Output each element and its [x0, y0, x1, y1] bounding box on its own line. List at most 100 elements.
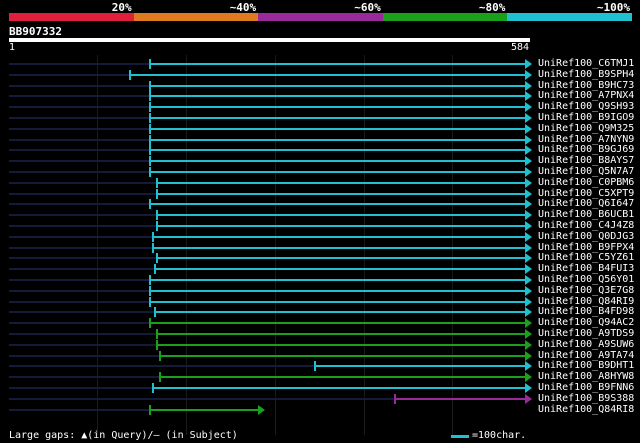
hit-bar[interactable] — [152, 246, 527, 249]
hit-label[interactable]: UniRef100_B9S388 — [538, 393, 634, 404]
hit-label[interactable]: UniRef100_Q0DJG3 — [538, 231, 634, 242]
hit-label[interactable]: UniRef100_Q9SH93 — [538, 101, 634, 112]
hit-label[interactable]: UniRef100_A9TDS9 — [538, 328, 634, 339]
hit-bar[interactable] — [150, 203, 527, 206]
hit-arrow-icon — [525, 123, 532, 134]
hit-label[interactable]: UniRef100_C4J4Z8 — [538, 220, 634, 231]
unaligned-region — [9, 149, 151, 152]
hit-bar[interactable] — [150, 95, 527, 98]
query-end: 584 — [510, 42, 529, 53]
hit-label[interactable]: UniRef100_Q94AC2 — [538, 317, 634, 328]
hit-arrow-icon — [525, 221, 532, 231]
hit-bar[interactable] — [150, 106, 527, 109]
hit-bar[interactable] — [150, 408, 260, 411]
hit-label[interactable]: UniRef100_C6TMJ1 — [538, 58, 634, 69]
hit-label[interactable]: UniRef100_B9FPX4 — [538, 242, 634, 253]
hit-bar[interactable] — [157, 181, 527, 184]
hit-label[interactable]: UniRef100_Q9M325 — [538, 123, 634, 134]
hit-label[interactable]: UniRef100_B9HC73 — [538, 80, 634, 91]
hit-label[interactable]: UniRef100_B8AYS7 — [538, 155, 634, 166]
hit-bar[interactable] — [160, 376, 527, 379]
hit-label[interactable]: UniRef100_C5XPT9 — [538, 188, 634, 199]
query-id: BB907332 — [9, 25, 62, 38]
hit-bar[interactable] — [150, 138, 527, 141]
hit-label[interactable]: UniRef100_Q84RI9 — [538, 296, 634, 307]
hit-label[interactable]: UniRef100_B6UCB1 — [538, 209, 634, 220]
legend-label: ~40% — [229, 1, 257, 14]
hit-label[interactable]: UniRef100_A7PNX4 — [538, 90, 634, 101]
hit-arrow-icon — [525, 383, 532, 393]
hit-bar[interactable] — [129, 73, 527, 76]
hit-bar[interactable] — [154, 311, 527, 314]
hit-bar[interactable] — [150, 289, 527, 292]
unaligned-region — [9, 279, 151, 281]
unaligned-region — [9, 181, 158, 184]
hit-label[interactable]: UniRef100_A7NYN9 — [538, 134, 634, 145]
hit-bar[interactable] — [150, 300, 527, 303]
hit-bar[interactable] — [150, 171, 527, 173]
hit-arrow-icon — [525, 307, 532, 318]
hit-arrow-icon — [525, 188, 532, 199]
hit-bar[interactable] — [157, 225, 527, 227]
unaligned-region — [9, 225, 158, 227]
unaligned-region — [9, 246, 153, 249]
hit-bar[interactable] — [157, 257, 527, 260]
hit-arrow-icon — [525, 59, 532, 69]
hit-label[interactable]: UniRef100_A9TA74 — [538, 350, 634, 361]
hit-bar[interactable] — [152, 235, 527, 238]
hit-label[interactable]: UniRef100_C5YZ61 — [538, 252, 634, 263]
unaligned-region — [9, 365, 315, 368]
hit-arrow-icon — [525, 145, 532, 156]
hit-arrow-icon — [525, 339, 532, 350]
hit-label[interactable]: UniRef100_B4FUI3 — [538, 263, 634, 274]
hit-arrow-icon — [525, 177, 532, 188]
hit-bar[interactable] — [157, 343, 527, 346]
hit-bar[interactable] — [150, 322, 527, 325]
hit-label[interactable]: UniRef100_B4FD98 — [538, 306, 634, 317]
hit-label[interactable]: UniRef100_B9IGO9 — [538, 112, 634, 123]
hit-arrow-icon — [525, 296, 532, 307]
hit-label[interactable]: UniRef100_Q56Y01 — [538, 274, 634, 285]
hit-arrow-icon — [525, 275, 532, 285]
hit-label[interactable]: UniRef100_B9FNN6 — [538, 382, 634, 393]
hit-bar[interactable] — [150, 160, 527, 163]
hit-arrow-icon — [525, 393, 532, 404]
hit-label[interactable]: UniRef100_B9GJ69 — [538, 144, 634, 155]
hit-bar[interactable] — [157, 333, 527, 335]
hit-bar[interactable] — [150, 117, 527, 119]
hit-bar[interactable] — [150, 127, 527, 130]
hit-label[interactable]: UniRef100_A9SUW6 — [538, 339, 634, 350]
hit-label[interactable]: UniRef100_Q5N7A7 — [538, 166, 634, 177]
hit-bar[interactable] — [157, 214, 527, 217]
legend-segment — [9, 13, 134, 21]
hit-label[interactable]: UniRef100_B9DHT1 — [538, 360, 634, 371]
unaligned-region — [9, 376, 161, 379]
hit-bar[interactable] — [157, 192, 527, 195]
hit-label[interactable]: UniRef100_Q6I647 — [538, 198, 634, 209]
hit-bar[interactable] — [150, 279, 527, 281]
hit-arrow-icon — [525, 318, 532, 329]
unaligned-region — [9, 160, 151, 163]
hit-bar[interactable] — [150, 149, 527, 152]
hit-bar[interactable] — [394, 397, 527, 400]
hit-bar[interactable] — [152, 387, 527, 389]
hit-label[interactable]: UniRef100_Q3E7G8 — [538, 285, 634, 296]
legend-segment — [382, 13, 508, 21]
hit-bar[interactable] — [314, 365, 527, 368]
hit-arrow-icon — [525, 285, 532, 296]
unaligned-region — [9, 192, 158, 195]
hit-bar[interactable] — [160, 354, 527, 357]
hit-label[interactable]: UniRef100_A8HYW8 — [538, 371, 634, 382]
hit-arrow-icon — [525, 113, 532, 123]
unaligned-region — [9, 138, 151, 141]
hit-bar[interactable] — [154, 268, 527, 271]
unaligned-region — [9, 343, 158, 346]
hit-label[interactable]: UniRef100_Q84RI8 — [538, 404, 634, 415]
hit-bar[interactable] — [150, 63, 527, 65]
hit-label[interactable]: UniRef100_B9SPH4 — [538, 69, 634, 80]
hit-arrow-icon — [525, 167, 532, 177]
scale-bar — [451, 435, 469, 438]
hit-label[interactable]: UniRef100_C0PBM6 — [538, 177, 634, 188]
hit-arrow-icon — [525, 350, 532, 361]
hit-bar[interactable] — [150, 84, 527, 87]
